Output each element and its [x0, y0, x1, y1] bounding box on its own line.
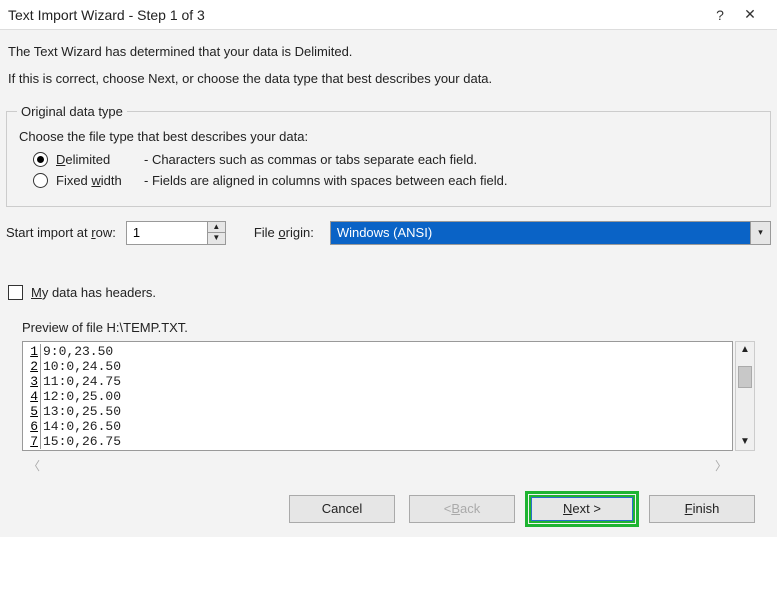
- titlebar: Text Import Wizard - Step 1 of 3 ? ✕: [0, 0, 777, 29]
- preview-line: 715:0,26.75: [23, 434, 732, 449]
- preview-line: 19:0,23.50: [23, 344, 732, 359]
- preview-area: 19:0,23.50 210:0,24.50 311:0,24.75 412:0…: [22, 341, 755, 451]
- start-row-label: Start import at row:: [6, 225, 116, 240]
- start-row-input[interactable]: [127, 222, 207, 244]
- back-button: < Back: [409, 495, 515, 523]
- next-button[interactable]: Next >: [529, 495, 635, 523]
- original-legend: Original data type: [17, 104, 127, 119]
- radio-delimited-row[interactable]: Delimited - Characters such as commas or…: [33, 152, 760, 167]
- dialog-body: The Text Wizard has determined that your…: [0, 29, 777, 537]
- help-button[interactable]: ?: [705, 7, 735, 23]
- file-origin-value[interactable]: Windows (ANSI): [331, 222, 750, 244]
- radio-fixed-row[interactable]: Fixed width - Fields are aligned in colu…: [33, 173, 760, 188]
- preview-line: 311:0,24.75: [23, 374, 732, 389]
- scroll-track[interactable]: [736, 358, 754, 434]
- file-origin-select[interactable]: Windows (ANSI) ▾: [330, 221, 771, 245]
- spinner-up-icon[interactable]: ▲: [208, 222, 225, 234]
- vertical-scrollbar[interactable]: ▲ ▼: [735, 341, 755, 451]
- chevron-down-icon[interactable]: ▾: [750, 222, 770, 244]
- headers-label: My data has headers.: [31, 285, 156, 300]
- finish-button[interactable]: Finish: [649, 495, 755, 523]
- spinner-down-icon[interactable]: ▼: [208, 233, 225, 244]
- preview-line: 412:0,25.00: [23, 389, 732, 404]
- radio-fixed[interactable]: [33, 173, 48, 188]
- headers-checkbox[interactable]: [8, 285, 23, 300]
- intro-line2: If this is correct, choose Next, or choo…: [8, 69, 769, 90]
- close-button[interactable]: ✕: [735, 6, 765, 23]
- intro-line1: The Text Wizard has determined that your…: [8, 42, 769, 63]
- original-data-type-group: Original data type Choose the file type …: [6, 104, 771, 207]
- scroll-thumb[interactable]: [738, 366, 752, 388]
- import-row: Start import at row: ▲ ▼ File origin: Wi…: [6, 221, 771, 245]
- cancel-button[interactable]: Cancel: [289, 495, 395, 523]
- preview-label: Preview of file H:\TEMP.TXT.: [22, 320, 769, 335]
- intro-text: The Text Wizard has determined that your…: [6, 38, 771, 94]
- scroll-up-icon[interactable]: ▲: [740, 342, 750, 358]
- preview-line: 513:0,25.50: [23, 404, 732, 419]
- headers-row[interactable]: My data has headers.: [8, 285, 771, 300]
- preview-line: 614:0,26.50: [23, 419, 732, 434]
- scroll-down-icon[interactable]: ▼: [740, 434, 750, 450]
- radio-delimited[interactable]: [33, 152, 48, 167]
- file-origin-label: File origin:: [254, 225, 314, 240]
- horizontal-scrollbar[interactable]: 〈 〉: [22, 457, 733, 475]
- radio-delimited-label: Delimited: [56, 152, 136, 167]
- scroll-left-icon[interactable]: 〈: [28, 457, 40, 474]
- radio-fixed-label: Fixed width: [56, 173, 136, 188]
- preview-line: 210:0,24.50: [23, 359, 732, 374]
- start-row-spinner[interactable]: ▲ ▼: [126, 221, 226, 245]
- button-row: Cancel < Back Next > Finish: [6, 475, 771, 525]
- window-title: Text Import Wizard - Step 1 of 3: [8, 7, 705, 23]
- scroll-right-icon[interactable]: 〉: [715, 457, 727, 474]
- preview-box: 19:0,23.50 210:0,24.50 311:0,24.75 412:0…: [22, 341, 733, 451]
- radio-fixed-desc: - Fields are aligned in columns with spa…: [144, 173, 507, 188]
- radio-delimited-desc: - Characters such as commas or tabs sepa…: [144, 152, 477, 167]
- choose-label: Choose the file type that best describes…: [19, 129, 760, 144]
